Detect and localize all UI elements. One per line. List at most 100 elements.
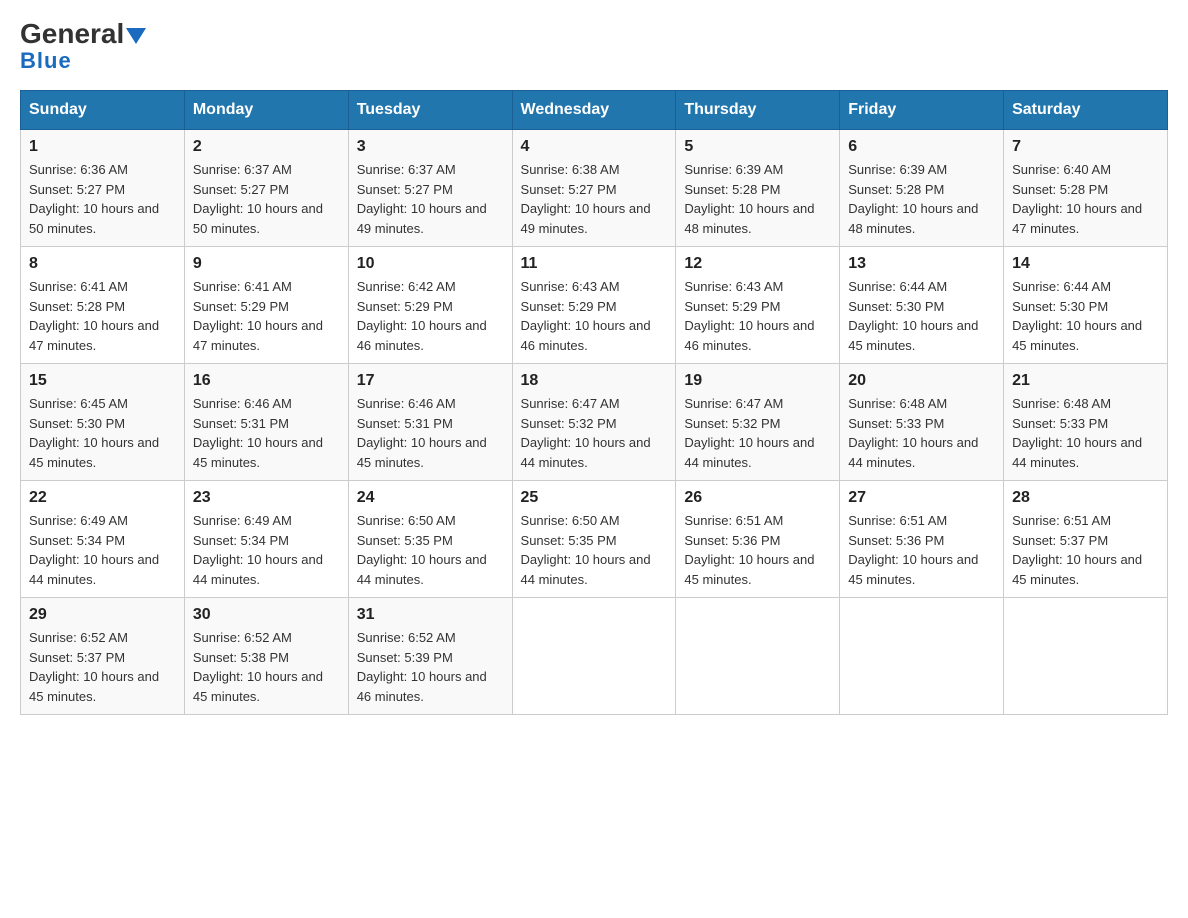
weekday-header-saturday: Saturday xyxy=(1004,91,1168,130)
calendar-cell: 6 Sunrise: 6:39 AMSunset: 5:28 PMDayligh… xyxy=(840,130,1004,247)
day-info: Sunrise: 6:40 AMSunset: 5:28 PMDaylight:… xyxy=(1012,162,1142,236)
day-number: 17 xyxy=(357,372,504,390)
day-info: Sunrise: 6:45 AMSunset: 5:30 PMDaylight:… xyxy=(29,396,159,470)
day-number: 31 xyxy=(357,606,504,624)
calendar-cell xyxy=(1004,598,1168,715)
weekday-header-tuesday: Tuesday xyxy=(348,91,512,130)
logo-blue-line: Blue xyxy=(20,48,72,74)
day-number: 15 xyxy=(29,372,176,390)
day-number: 8 xyxy=(29,255,176,273)
calendar-cell: 16 Sunrise: 6:46 AMSunset: 5:31 PMDaylig… xyxy=(184,364,348,481)
day-number: 5 xyxy=(684,138,831,156)
calendar-cell: 12 Sunrise: 6:43 AMSunset: 5:29 PMDaylig… xyxy=(676,247,840,364)
calendar-cell: 25 Sunrise: 6:50 AMSunset: 5:35 PMDaylig… xyxy=(512,481,676,598)
day-number: 2 xyxy=(193,138,340,156)
day-number: 23 xyxy=(193,489,340,507)
weekday-header-friday: Friday xyxy=(840,91,1004,130)
calendar-week-2: 8 Sunrise: 6:41 AMSunset: 5:28 PMDayligh… xyxy=(21,247,1168,364)
logo: General Blue xyxy=(20,20,146,74)
calendar-cell: 20 Sunrise: 6:48 AMSunset: 5:33 PMDaylig… xyxy=(840,364,1004,481)
day-number: 26 xyxy=(684,489,831,507)
day-number: 10 xyxy=(357,255,504,273)
calendar-cell: 23 Sunrise: 6:49 AMSunset: 5:34 PMDaylig… xyxy=(184,481,348,598)
day-number: 13 xyxy=(848,255,995,273)
calendar-cell: 19 Sunrise: 6:47 AMSunset: 5:32 PMDaylig… xyxy=(676,364,840,481)
day-info: Sunrise: 6:48 AMSunset: 5:33 PMDaylight:… xyxy=(848,396,978,470)
day-info: Sunrise: 6:46 AMSunset: 5:31 PMDaylight:… xyxy=(193,396,323,470)
day-number: 3 xyxy=(357,138,504,156)
day-info: Sunrise: 6:51 AMSunset: 5:36 PMDaylight:… xyxy=(684,513,814,587)
calendar-cell xyxy=(676,598,840,715)
calendar-cell: 26 Sunrise: 6:51 AMSunset: 5:36 PMDaylig… xyxy=(676,481,840,598)
day-info: Sunrise: 6:38 AMSunset: 5:27 PMDaylight:… xyxy=(521,162,651,236)
calendar-cell: 3 Sunrise: 6:37 AMSunset: 5:27 PMDayligh… xyxy=(348,130,512,247)
logo-text: General xyxy=(20,20,146,48)
page-header: General Blue xyxy=(20,20,1168,74)
calendar-cell: 31 Sunrise: 6:52 AMSunset: 5:39 PMDaylig… xyxy=(348,598,512,715)
day-number: 18 xyxy=(521,372,668,390)
day-number: 16 xyxy=(193,372,340,390)
day-info: Sunrise: 6:46 AMSunset: 5:31 PMDaylight:… xyxy=(357,396,487,470)
day-number: 22 xyxy=(29,489,176,507)
calendar-week-4: 22 Sunrise: 6:49 AMSunset: 5:34 PMDaylig… xyxy=(21,481,1168,598)
day-number: 21 xyxy=(1012,372,1159,390)
calendar-cell xyxy=(840,598,1004,715)
calendar-week-1: 1 Sunrise: 6:36 AMSunset: 5:27 PMDayligh… xyxy=(21,130,1168,247)
day-number: 25 xyxy=(521,489,668,507)
day-info: Sunrise: 6:47 AMSunset: 5:32 PMDaylight:… xyxy=(684,396,814,470)
calendar-cell: 22 Sunrise: 6:49 AMSunset: 5:34 PMDaylig… xyxy=(21,481,185,598)
day-info: Sunrise: 6:49 AMSunset: 5:34 PMDaylight:… xyxy=(193,513,323,587)
calendar-cell: 14 Sunrise: 6:44 AMSunset: 5:30 PMDaylig… xyxy=(1004,247,1168,364)
day-number: 27 xyxy=(848,489,995,507)
day-number: 6 xyxy=(848,138,995,156)
calendar-cell: 9 Sunrise: 6:41 AMSunset: 5:29 PMDayligh… xyxy=(184,247,348,364)
weekday-header-wednesday: Wednesday xyxy=(512,91,676,130)
calendar-cell: 29 Sunrise: 6:52 AMSunset: 5:37 PMDaylig… xyxy=(21,598,185,715)
day-info: Sunrise: 6:50 AMSunset: 5:35 PMDaylight:… xyxy=(357,513,487,587)
day-number: 12 xyxy=(684,255,831,273)
day-number: 28 xyxy=(1012,489,1159,507)
day-number: 7 xyxy=(1012,138,1159,156)
day-number: 19 xyxy=(684,372,831,390)
day-number: 4 xyxy=(521,138,668,156)
calendar-cell: 2 Sunrise: 6:37 AMSunset: 5:27 PMDayligh… xyxy=(184,130,348,247)
day-info: Sunrise: 6:52 AMSunset: 5:37 PMDaylight:… xyxy=(29,630,159,704)
calendar-cell: 30 Sunrise: 6:52 AMSunset: 5:38 PMDaylig… xyxy=(184,598,348,715)
calendar-cell: 21 Sunrise: 6:48 AMSunset: 5:33 PMDaylig… xyxy=(1004,364,1168,481)
calendar-cell: 17 Sunrise: 6:46 AMSunset: 5:31 PMDaylig… xyxy=(348,364,512,481)
day-number: 30 xyxy=(193,606,340,624)
day-info: Sunrise: 6:51 AMSunset: 5:37 PMDaylight:… xyxy=(1012,513,1142,587)
day-info: Sunrise: 6:44 AMSunset: 5:30 PMDaylight:… xyxy=(848,279,978,353)
day-info: Sunrise: 6:49 AMSunset: 5:34 PMDaylight:… xyxy=(29,513,159,587)
day-info: Sunrise: 6:47 AMSunset: 5:32 PMDaylight:… xyxy=(521,396,651,470)
weekday-header-thursday: Thursday xyxy=(676,91,840,130)
calendar-cell: 13 Sunrise: 6:44 AMSunset: 5:30 PMDaylig… xyxy=(840,247,1004,364)
weekday-header-monday: Monday xyxy=(184,91,348,130)
day-info: Sunrise: 6:37 AMSunset: 5:27 PMDaylight:… xyxy=(357,162,487,236)
calendar-cell: 24 Sunrise: 6:50 AMSunset: 5:35 PMDaylig… xyxy=(348,481,512,598)
calendar-cell: 15 Sunrise: 6:45 AMSunset: 5:30 PMDaylig… xyxy=(21,364,185,481)
calendar-cell: 28 Sunrise: 6:51 AMSunset: 5:37 PMDaylig… xyxy=(1004,481,1168,598)
day-info: Sunrise: 6:43 AMSunset: 5:29 PMDaylight:… xyxy=(521,279,651,353)
day-info: Sunrise: 6:50 AMSunset: 5:35 PMDaylight:… xyxy=(521,513,651,587)
calendar-cell: 8 Sunrise: 6:41 AMSunset: 5:28 PMDayligh… xyxy=(21,247,185,364)
day-number: 11 xyxy=(521,255,668,273)
day-number: 1 xyxy=(29,138,176,156)
day-info: Sunrise: 6:42 AMSunset: 5:29 PMDaylight:… xyxy=(357,279,487,353)
calendar-cell: 1 Sunrise: 6:36 AMSunset: 5:27 PMDayligh… xyxy=(21,130,185,247)
day-number: 20 xyxy=(848,372,995,390)
day-number: 9 xyxy=(193,255,340,273)
day-number: 29 xyxy=(29,606,176,624)
day-info: Sunrise: 6:52 AMSunset: 5:38 PMDaylight:… xyxy=(193,630,323,704)
day-info: Sunrise: 6:39 AMSunset: 5:28 PMDaylight:… xyxy=(848,162,978,236)
day-info: Sunrise: 6:51 AMSunset: 5:36 PMDaylight:… xyxy=(848,513,978,587)
day-number: 24 xyxy=(357,489,504,507)
day-info: Sunrise: 6:41 AMSunset: 5:29 PMDaylight:… xyxy=(193,279,323,353)
day-info: Sunrise: 6:52 AMSunset: 5:39 PMDaylight:… xyxy=(357,630,487,704)
calendar-week-3: 15 Sunrise: 6:45 AMSunset: 5:30 PMDaylig… xyxy=(21,364,1168,481)
calendar-table: SundayMondayTuesdayWednesdayThursdayFrid… xyxy=(20,90,1168,715)
calendar-cell: 4 Sunrise: 6:38 AMSunset: 5:27 PMDayligh… xyxy=(512,130,676,247)
calendar-cell: 10 Sunrise: 6:42 AMSunset: 5:29 PMDaylig… xyxy=(348,247,512,364)
day-info: Sunrise: 6:37 AMSunset: 5:27 PMDaylight:… xyxy=(193,162,323,236)
calendar-cell: 18 Sunrise: 6:47 AMSunset: 5:32 PMDaylig… xyxy=(512,364,676,481)
